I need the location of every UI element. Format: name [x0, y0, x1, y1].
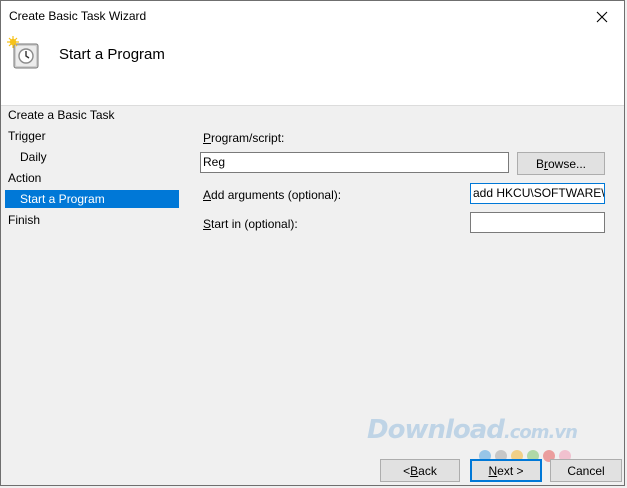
back-button[interactable]: < Back: [380, 459, 460, 482]
task-scheduler-icon: [7, 36, 39, 69]
page-title: Start a Program: [59, 46, 165, 63]
add-arguments-input[interactable]: add HKCU\SOFTWARE\M: [470, 183, 605, 204]
close-icon: [596, 11, 608, 22]
start-in-label: Start in (optional):: [203, 217, 298, 231]
wizard-header: Start a Program: [1, 32, 624, 106]
start-in-input[interactable]: [470, 212, 605, 233]
program-script-label: Program/script:: [203, 131, 285, 145]
program-script-input[interactable]: Reg: [200, 152, 509, 173]
next-button[interactable]: Next >: [470, 459, 542, 482]
close-button[interactable]: [580, 1, 624, 32]
wizard-window: Create Basic Task Wizard Start a Program…: [0, 0, 625, 486]
title-bar: Create Basic Task Wizard: [1, 1, 624, 32]
add-arguments-label: Add arguments (optional):: [203, 188, 342, 202]
step-trigger: Trigger: [8, 129, 46, 143]
step-create-basic-task: Create a Basic Task: [8, 108, 115, 122]
window-title: Create Basic Task Wizard: [9, 9, 147, 23]
wizard-steps: Create a Basic Task Trigger Daily Action…: [1, 105, 181, 477]
step-finish: Finish: [8, 213, 41, 227]
step-start-a-program: Start a Program: [5, 190, 179, 208]
watermark-logo: Download.com.vn: [367, 415, 578, 445]
step-action: Action: [8, 171, 42, 185]
step-daily: Daily: [20, 150, 47, 164]
cancel-button[interactable]: Cancel: [550, 459, 622, 482]
browse-button[interactable]: Br owse...: [517, 152, 605, 175]
